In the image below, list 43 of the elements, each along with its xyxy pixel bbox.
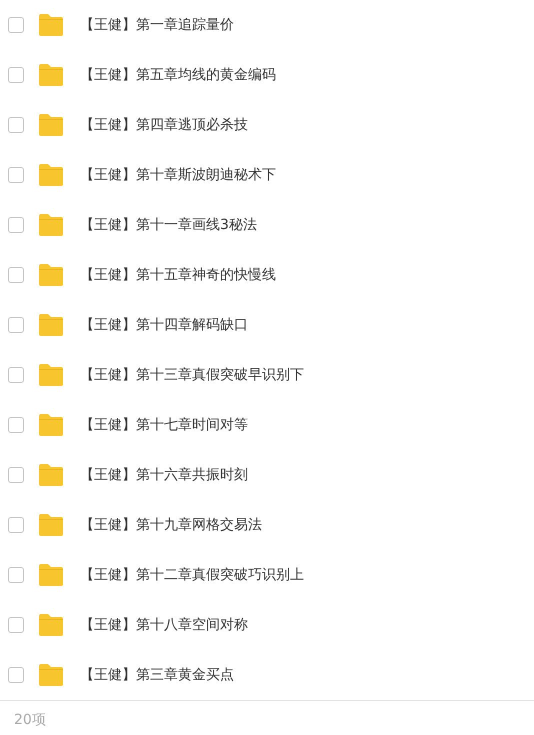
checkbox[interactable]: [8, 217, 24, 233]
folder-name[interactable]: 【王健】第十章斯波朗迪秘术下: [80, 164, 276, 186]
folder-icon: [38, 664, 64, 686]
folder-name[interactable]: 【王健】第十三章真假突破早识别下: [80, 364, 304, 386]
folder-name[interactable]: 【王健】第十七章时间对等: [80, 414, 248, 436]
checkbox[interactable]: [8, 467, 24, 483]
item-count: 20项: [14, 711, 46, 730]
checkbox[interactable]: [8, 67, 24, 83]
folder-icon: [38, 114, 64, 136]
folder-icon: [38, 564, 64, 586]
folder-icon: [38, 14, 64, 36]
checkbox[interactable]: [8, 117, 24, 133]
checkbox[interactable]: [8, 667, 24, 683]
folder-name[interactable]: 【王健】第十八章空间对称: [80, 614, 248, 636]
folder-name[interactable]: 【王健】第三章黄金买点: [80, 664, 234, 686]
folder-name[interactable]: 【王健】第五章均线的黄金编码: [80, 64, 276, 86]
folder-name[interactable]: 【王健】第四章逃顶必杀技: [80, 114, 248, 136]
folder-icon: [38, 414, 64, 436]
checkbox[interactable]: [8, 317, 24, 333]
folder-name[interactable]: 【王健】第十九章网格交易法: [80, 514, 262, 536]
folder-icon: [38, 164, 64, 186]
folder-icon: [38, 314, 64, 336]
checkbox[interactable]: [8, 617, 24, 633]
checkbox[interactable]: [8, 567, 24, 583]
checkbox[interactable]: [8, 367, 24, 383]
folder-icon: [38, 214, 64, 236]
folder-name[interactable]: 【王健】第十四章解码缺口: [80, 314, 248, 336]
checkbox[interactable]: [8, 417, 24, 433]
checkbox[interactable]: [8, 517, 24, 533]
folder-icon: [38, 464, 64, 486]
folder-icon: [38, 364, 64, 386]
folder-icon: [38, 514, 64, 536]
folder-name[interactable]: 【王健】第十一章画线3秘法: [80, 214, 257, 236]
folder-name[interactable]: 【王健】第十五章神奇的快慢线: [80, 264, 276, 286]
folder-name[interactable]: 【王健】第十六章共振时刻: [80, 464, 248, 486]
folder-icon: [38, 64, 64, 86]
folder-icon: [38, 614, 64, 636]
checkbox[interactable]: [8, 17, 24, 33]
checkbox[interactable]: [8, 267, 24, 283]
folder-name[interactable]: 【王健】第十二章真假突破巧识别上: [80, 564, 304, 586]
checkbox[interactable]: [8, 167, 24, 183]
folder-name[interactable]: 【王健】第一章追踪量价: [80, 14, 234, 36]
folder-icon: [38, 264, 64, 286]
